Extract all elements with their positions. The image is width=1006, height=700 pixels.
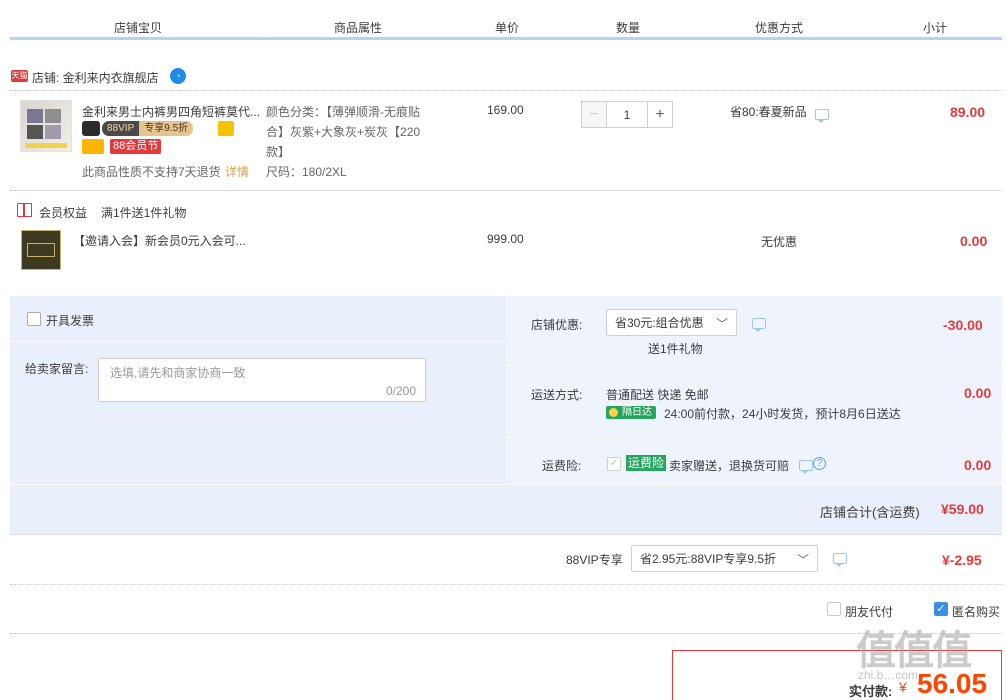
- shipping-method: 普通配送 快递 免邮: [606, 388, 709, 402]
- divider: [10, 341, 506, 342]
- new-tag-icon: [82, 121, 100, 136]
- shop-discount-info-icon[interactable]: [752, 318, 766, 332]
- shop-discount-label: 店铺优惠:: [531, 318, 583, 332]
- divider: [10, 90, 1002, 91]
- insurance-badge: 运费险: [626, 455, 667, 471]
- member-subtotal: 0.00: [960, 233, 988, 249]
- insurance-amount: 0.00: [964, 457, 992, 473]
- col-discount: 优惠方式: [754, 21, 803, 35]
- col-subtotal: 小计: [922, 21, 947, 35]
- gift-icon: [17, 203, 32, 217]
- divider: [10, 534, 1002, 535]
- quantity-input[interactable]: 1: [607, 101, 647, 128]
- detail-link[interactable]: 详情: [225, 163, 249, 180]
- shop-total-amount: ¥59.00: [941, 501, 984, 517]
- message-counter: 0/200: [385, 384, 416, 398]
- message-placeholder: 选填,请先和商家协商一致: [110, 366, 246, 380]
- vip-discount-select[interactable]: 省2.95元:88VIP专享9.5折 ﹀: [631, 545, 818, 572]
- coupon-icon: [218, 121, 234, 136]
- col-divider: [266, 22, 267, 38]
- message-input[interactable]: 选填,请先和商家协商一致 0/200: [98, 358, 426, 402]
- vip-amount: ¥-2.95: [942, 552, 982, 568]
- discount-label: 省80:春夏新品: [730, 105, 807, 119]
- shop-discount-note: 送1件礼物: [648, 342, 703, 356]
- lightning-icon: [609, 408, 618, 417]
- insurance-chat-icon[interactable]: [799, 460, 813, 474]
- item-subtotal: 89.00: [950, 104, 986, 120]
- member-gift: 满1件送1件礼物: [101, 206, 187, 220]
- col-unit-price: 单价: [494, 21, 519, 35]
- insurance-label: 运费险:: [542, 459, 582, 473]
- help-icon[interactable]: ?: [813, 457, 826, 470]
- tmall-badge-icon: 天猫: [11, 70, 28, 82]
- product-color-attr: 颜色分类：【薄弹顺滑-无痕贴合】灰紫+大象灰+炭灰【220款】: [266, 105, 421, 159]
- member-thumbnail[interactable]: [21, 230, 61, 270]
- shipping-label: 运送方式:: [531, 388, 583, 402]
- quantity-increase-button[interactable]: +: [647, 101, 673, 128]
- divider: [10, 633, 1002, 634]
- vip-tag-label: 88VIP: [102, 121, 140, 136]
- vip-label: 88VIP专享: [566, 553, 623, 567]
- message-label: 给卖家留言:: [25, 362, 89, 376]
- watermark-url: zhi.b…com: [858, 668, 919, 682]
- insurance-text: 卖家赠送，退换货可赔: [669, 459, 790, 473]
- no-return-note: 此商品性质不支持7天退货: [82, 165, 221, 179]
- insurance-checkbox: ✓: [607, 457, 621, 471]
- vip-info-icon[interactable]: [833, 553, 847, 567]
- product-size-attr: 尺码：180/2XL: [266, 165, 347, 179]
- col-shop-item: 店铺宝贝: [113, 21, 162, 35]
- friend-pay-checkbox[interactable]: [827, 602, 841, 616]
- quantity-decrease-button[interactable]: −: [581, 101, 607, 128]
- divider: [10, 584, 1002, 585]
- member-unit-price: 999.00: [487, 232, 524, 246]
- shop-discount-select[interactable]: 省30元:组合优惠 ﹀: [606, 309, 737, 336]
- chevron-down-icon: ﹀: [715, 317, 728, 331]
- pay-label: 实付款:: [849, 684, 893, 699]
- promo-tag: 88会员节: [110, 139, 162, 154]
- shop-discount-value: 省30元:组合优惠: [615, 316, 704, 330]
- unit-price: 169.00: [487, 103, 524, 117]
- discount-info-icon[interactable]: [815, 109, 829, 123]
- invoice-checkbox[interactable]: [27, 312, 41, 326]
- invoice-label: 开具发票: [46, 314, 95, 328]
- product-thumbnail[interactable]: [20, 100, 72, 152]
- shipping-eta: 24:00前付款，24小时发货，预计8月6日送达: [664, 407, 901, 421]
- shipping-amount: 0.00: [964, 385, 992, 401]
- col-quantity: 数量: [615, 21, 640, 35]
- wangwang-chat-icon[interactable]: ◔: [170, 68, 186, 84]
- quantity-stepper[interactable]: − 1 +: [581, 101, 673, 128]
- anonymous-checkbox[interactable]: ✓: [934, 602, 948, 616]
- divider: [10, 190, 1002, 191]
- chevron-down-icon: ﹀: [796, 553, 809, 567]
- shop-name[interactable]: 店铺: 金利来内衣旗舰店: [32, 69, 159, 86]
- shop-total-label: 店铺合计(含运费): [820, 505, 920, 520]
- member-item-title[interactable]: 【邀请入会】新会员0元入会可...: [73, 232, 246, 249]
- col-attributes: 商品属性: [333, 21, 382, 35]
- promo-card-icon: [82, 139, 104, 154]
- vip-tag: 88VIP 专享9.5折: [102, 121, 194, 136]
- order-confirm-page: 店铺宝贝 商品属性 单价 数量 优惠方式 小计 天猫 店铺: 金利来内衣旗舰店 …: [0, 0, 1006, 700]
- member-label: 会员权益: [39, 206, 88, 220]
- shop-discount-amount: -30.00: [943, 317, 983, 333]
- product-title[interactable]: 金利来男士内裤男四角短裤莫代...: [82, 103, 260, 120]
- vip-discount-value: 省2.95元:88VIP专享9.5折: [640, 552, 777, 566]
- member-discount: 无优惠: [761, 235, 798, 249]
- vip-discount-label: 专享9.5折: [139, 121, 194, 136]
